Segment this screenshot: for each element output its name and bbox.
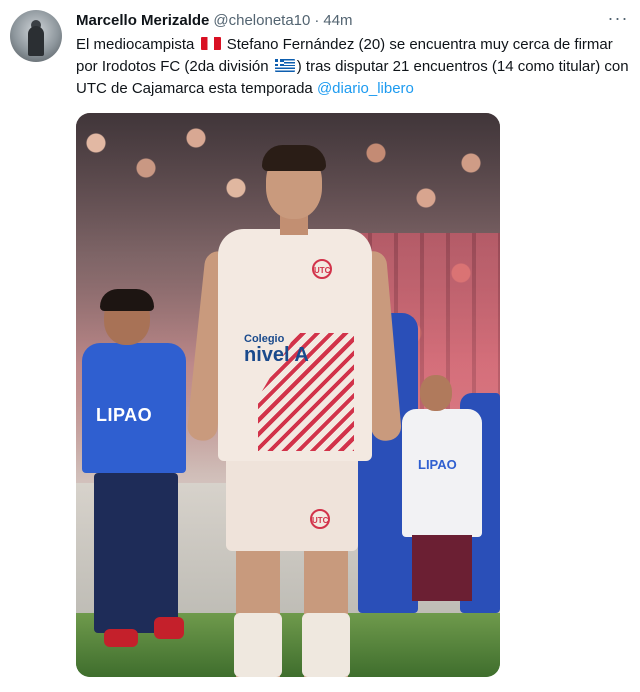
player-sock-right — [302, 613, 350, 677]
author-name[interactable]: Marcello Merizalde — [76, 12, 209, 29]
author-handle[interactable]: @cheloneta10 — [213, 12, 310, 29]
more-options-icon[interactable]: ··· — [606, 6, 630, 30]
tweet-text-part1: El mediocampista — [76, 36, 195, 53]
sponsor-big-text: nivel A — [244, 344, 309, 366]
kid-left-shirt-text: LIPAO — [96, 405, 153, 425]
kid-left-shoe-right — [154, 617, 184, 639]
player-sock-left — [234, 613, 282, 677]
kid-right-shirt — [402, 409, 482, 537]
avatar-figure-body — [28, 26, 44, 56]
kid-right: LIPAO — [402, 375, 494, 625]
tweet-timestamp[interactable]: 44m — [323, 12, 352, 29]
mention-link[interactable]: @diario_libero — [317, 80, 414, 97]
tweet-text: El mediocampista Stefano Fernández (20) … — [76, 34, 632, 100]
main-player: UTC UTC Colegio nivel A — [186, 143, 403, 677]
kid-left: LIPAO — [82, 289, 202, 673]
kid-left-hair — [100, 289, 154, 311]
kid-right-shirt-text: LIPAO — [418, 457, 457, 472]
author-avatar[interactable] — [10, 10, 62, 62]
player-shorts — [226, 455, 358, 551]
kid-right-shorts — [412, 535, 472, 601]
kid-left-jeans — [94, 473, 178, 633]
greece-flag-icon — [274, 59, 295, 72]
shirt-sponsor: Colegio nivel A — [244, 333, 309, 365]
tweet[interactable]: Marcello Merizalde @cheloneta10 · 44m ··… — [0, 0, 640, 692]
shirt-club-badge: UTC — [312, 259, 332, 279]
player-hair — [262, 145, 326, 171]
kid-right-head — [420, 375, 452, 411]
kid-left-shoe — [104, 629, 138, 647]
tweet-header: Marcello Merizalde @cheloneta10 · 44m — [76, 10, 353, 30]
peru-flag-icon — [200, 37, 221, 50]
header-separator: · — [314, 11, 320, 29]
tweet-photo[interactable]: LIPAO LIPAO UTC UTC Colegio nivel A — [76, 113, 500, 677]
shorts-club-badge: UTC — [310, 509, 330, 529]
